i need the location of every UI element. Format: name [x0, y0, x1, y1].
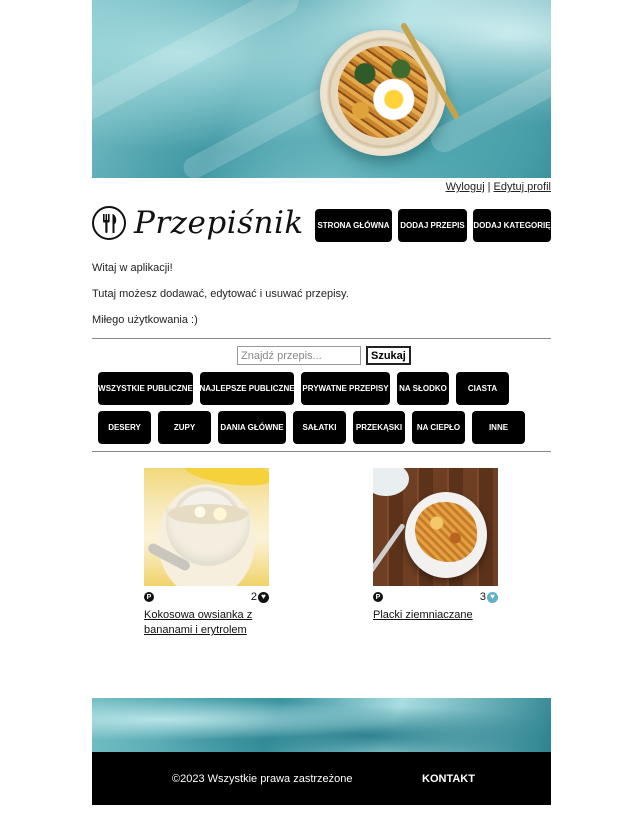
- likes-count: 2: [250, 591, 257, 603]
- copyright-text: ©2023 Wszystkie prawa zastrzeżone: [172, 772, 353, 785]
- app-name: Przepiśnik: [134, 205, 304, 241]
- category-all-public-button[interactable]: WSZYSTKIE PUBLICZNE: [98, 372, 193, 405]
- public-badge-icon: P: [373, 592, 383, 602]
- heart-icon[interactable]: ♥: [487, 591, 498, 603]
- category-warm-button[interactable]: NA CIEPŁO: [412, 411, 465, 444]
- recipe-title-link[interactable]: Kokosowa owsianka z bananami i erytrolem: [144, 608, 269, 638]
- category-snacks-button[interactable]: PRZEKĄSKI: [353, 411, 405, 444]
- category-cakes-button[interactable]: CIASTA: [456, 372, 509, 405]
- divider: [92, 451, 551, 452]
- category-desserts-button[interactable]: DESERY: [98, 411, 151, 444]
- category-soups-button[interactable]: ZUPY: [158, 411, 211, 444]
- logout-link[interactable]: Wyloguj: [446, 181, 485, 193]
- category-row-2: DESERY ZUPY DANIA GŁÓWNE SAŁATKI PRZEKĄS…: [98, 411, 545, 444]
- nav-add-category-button[interactable]: DODAJ KATEGORIĘ: [473, 209, 551, 242]
- recipe-title-link[interactable]: Placki ziemniaczane: [373, 608, 498, 623]
- footer-banner-image: [92, 698, 551, 752]
- recipe-card[interactable]: P 2 ♥ Kokosowa owsianka z bananami i ery…: [144, 468, 269, 638]
- food-plate-image: [320, 30, 446, 156]
- category-best-public-button[interactable]: NAJLEPSZE PUBLICZNE: [199, 372, 295, 405]
- intro-line-3: Miłego użytkowania :): [92, 314, 198, 326]
- user-links: Wyloguj | Edytuj profil: [446, 181, 551, 193]
- likes: 3 ♥: [480, 591, 498, 603]
- search-bar: Szukaj: [237, 346, 411, 365]
- category-row-1: WSZYSTKIE PUBLICZNE NAJLEPSZE PUBLICZNE …: [98, 372, 545, 405]
- public-badge-icon: P: [144, 592, 154, 602]
- nav-add-recipe-button[interactable]: DODAJ PRZEPIS: [398, 209, 467, 242]
- recipe-meta: P 2 ♥: [144, 590, 269, 604]
- recipe-thumbnail[interactable]: [144, 468, 269, 586]
- divider: [92, 338, 551, 339]
- heart-icon[interactable]: ♥: [258, 591, 269, 603]
- category-sweet-button[interactable]: NA SŁODKO: [397, 372, 449, 405]
- contact-link[interactable]: KONTAKT: [422, 773, 475, 785]
- category-private-button[interactable]: PRYWATNE PRZEPISY: [301, 372, 390, 405]
- category-main-dishes-button[interactable]: DANIA GŁÓWNE: [218, 411, 286, 444]
- recipe-meta: P 3 ♥: [373, 590, 498, 604]
- recipe-thumbnail[interactable]: [373, 468, 498, 586]
- edit-profile-link[interactable]: Edytuj profil: [494, 181, 551, 193]
- logo[interactable]: Przepiśnik: [92, 205, 304, 241]
- intro-text: Witaj w aplikacji! Tutaj możesz dodawać,…: [92, 262, 349, 340]
- links-separator: |: [487, 181, 491, 193]
- main-nav: STRONA GŁÓWNA DODAJ PRZEPIS DODAJ KATEGO…: [315, 209, 551, 242]
- search-button[interactable]: Szukaj: [366, 346, 411, 365]
- recipe-card[interactable]: P 3 ♥ Placki ziemniaczane: [373, 468, 498, 623]
- search-input[interactable]: [237, 346, 361, 365]
- category-salads-button[interactable]: SAŁATKI: [293, 411, 346, 444]
- cutlery-icon: [92, 206, 126, 240]
- page: Wyloguj | Edytuj profil Przepiśnik STRONA …: [92, 0, 551, 805]
- likes: 2 ♥: [251, 591, 269, 603]
- likes-count: 3: [479, 591, 486, 603]
- category-other-button[interactable]: INNE: [472, 411, 525, 444]
- nav-home-button[interactable]: STRONA GŁÓWNA: [315, 209, 392, 242]
- intro-line-2: Tutaj możesz dodawać, edytować i usuwać …: [92, 288, 349, 300]
- intro-line-1: Witaj w aplikacji!: [92, 262, 173, 274]
- header-banner-image: [92, 0, 551, 178]
- footer: ©2023 Wszystkie prawa zastrzeżone KONTAK…: [92, 752, 551, 805]
